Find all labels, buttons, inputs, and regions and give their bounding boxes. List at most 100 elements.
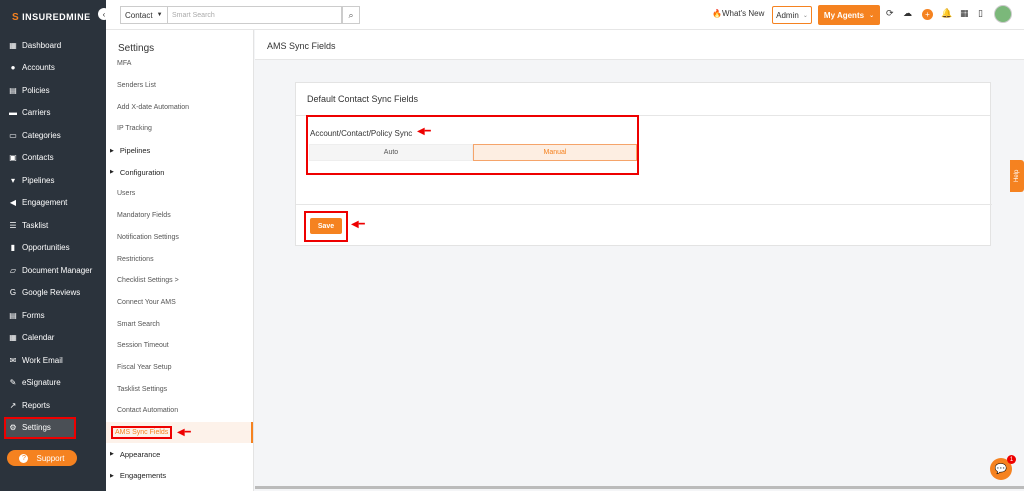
settings-item-appearance[interactable]: ▶ Appearance <box>106 443 253 465</box>
megaphone-icon: ◀ <box>9 198 17 208</box>
settings-list: MFA Senders List Add X-date Automation IP T… <box>106 53 253 487</box>
help-tab[interactable]: Help <box>1010 160 1024 192</box>
settings-item-connect-your-ams[interactable]: Connect Your AMS <box>106 292 253 314</box>
settings-item-fiscal-year-setup[interactable]: Fiscal Year Setup <box>106 357 253 379</box>
settings-item-label: Notification Settings <box>117 233 179 241</box>
nav-item-esignature[interactable]: ✎ eSignature <box>0 372 106 395</box>
nav-item-work-email[interactable]: ✉ Work Email <box>0 349 106 372</box>
avatar[interactable] <box>994 5 1012 23</box>
nav-item-policies[interactable]: ▤ Policies <box>0 79 106 102</box>
settings-item-label: Add X-date Automation <box>117 103 189 111</box>
user-icon: ● <box>10 63 16 73</box>
nav-item-categories[interactable]: ▭ Categories <box>0 124 106 147</box>
help-label: Help <box>1014 169 1020 183</box>
app-root: S INSUREDMINE ▦ Dashboard ● Accounts ▤ Polici… <box>0 0 1024 491</box>
nav-item-engagement[interactable]: ◀ Engagement <box>0 192 106 215</box>
settings-item-tasklist-settings[interactable]: Tasklist Settings <box>106 378 253 400</box>
nav-item-pipelines[interactable]: ▾ Pipelines <box>0 169 106 192</box>
fire-icon: 🔥 <box>712 9 722 18</box>
settings-item-pipelines[interactable]: ▶ Pipelines <box>106 140 253 162</box>
sync-option-auto[interactable]: Auto <box>309 144 473 161</box>
settings-item-add-x-date-automation[interactable]: Add X-date Automation <box>106 96 253 118</box>
form-icon: ▤ <box>9 310 17 320</box>
nav-item-accounts[interactable]: ● Accounts <box>0 57 106 80</box>
settings-item-restrictions[interactable]: Restrictions <box>106 248 253 270</box>
settings-item-label: Session Timeout <box>117 342 169 350</box>
chip-icon[interactable]: ▦ <box>960 8 969 19</box>
chat-button[interactable]: 💬 1 <box>990 455 1016 480</box>
add-icon[interactable]: + <box>922 9 933 20</box>
chevron-down-icon: ▼ <box>156 12 163 18</box>
whats-new-label: What's New <box>721 9 765 18</box>
nav-item-reports[interactable]: ↗ Reports <box>0 394 106 417</box>
settings-item-session-timeout[interactable]: Session Timeout <box>106 335 253 357</box>
settings-item-checklist-settings[interactable]: Checklist Settings > <box>106 270 253 292</box>
chevron-down-icon: ⌄ <box>802 12 808 19</box>
search-button[interactable]: ⌕ <box>342 6 360 24</box>
settings-item-mfa[interactable]: MFA <box>106 53 253 75</box>
nav-item-google-reviews[interactable]: G Google Reviews <box>0 282 106 305</box>
nav-item-tasklist[interactable]: ☰ Tasklist <box>0 214 106 237</box>
admin-dropdown[interactable]: Admin ⌄ <box>772 6 812 24</box>
nav-item-carriers[interactable]: ▬ Carriers <box>0 102 106 125</box>
chevron-down-icon: ⌄ <box>869 12 875 19</box>
search-scope-select[interactable]: Contact ▼ <box>120 6 168 24</box>
horizontal-scrollbar[interactable] <box>255 486 1024 489</box>
nav-item-label: Reports <box>22 400 51 410</box>
cloud-icon[interactable]: ☁ <box>903 8 912 19</box>
settings-item-configuration[interactable]: ▶ Configuration <box>106 161 253 183</box>
divider <box>296 204 992 205</box>
nav-item-contacts[interactable]: ▣ Contacts <box>0 147 106 170</box>
funnel-icon: ▾ <box>10 175 15 185</box>
settings-item-mandatory-fields[interactable]: Mandatory Fields <box>106 205 253 227</box>
whats-new-link[interactable]: 🔥What's New <box>712 9 764 18</box>
settings-item-smart-search[interactable]: Smart Search <box>106 313 253 335</box>
my-agents-label: My Agents <box>823 10 865 20</box>
nav-item-dashboard[interactable]: ▦ Dashboard <box>0 34 106 57</box>
settings-item-notification-settings[interactable]: Notification Settings <box>106 227 253 249</box>
dashboard-icon: ▦ <box>9 40 17 50</box>
question-icon: ? <box>19 453 29 463</box>
settings-item-label: Pipelines <box>119 146 151 156</box>
sync-option-manual[interactable]: Manual <box>473 144 637 161</box>
my-agents-button[interactable]: My Agents ⌄ <box>818 5 880 25</box>
arrow-icon: ◀━ <box>177 427 191 438</box>
nav-item-document-manager[interactable]: ▱ Document Manager <box>0 259 106 282</box>
arrow-icon: ◀━ <box>417 126 431 137</box>
logo-icon: S <box>12 11 20 23</box>
settings-item-engagements[interactable]: ▶ Engagements <box>106 465 253 487</box>
support-button[interactable]: ? Support <box>7 450 77 466</box>
caret-right-icon: ▶ <box>110 472 114 479</box>
settings-item-users[interactable]: Users <box>106 183 253 205</box>
nav-item-forms[interactable]: ▤ Forms <box>0 304 106 327</box>
refresh-icon[interactable]: ⟳ <box>886 8 894 19</box>
settings-item-label: Mandatory Fields <box>117 212 171 220</box>
settings-item-label: Tasklist Settings <box>117 385 168 393</box>
settings-item-ip-tracking[interactable]: IP Tracking <box>106 118 253 140</box>
settings-item-contact-automation[interactable]: Contact Automation <box>106 400 253 422</box>
gear-icon: ⚙ <box>9 423 17 433</box>
settings-item-senders-list[interactable]: Senders List <box>106 75 253 97</box>
smart-search-input[interactable]: Smart Search <box>168 6 342 24</box>
nav-item-calendar[interactable]: ▦ Calendar <box>0 327 106 350</box>
settings-item-label: Configuration <box>119 167 165 177</box>
device-icon[interactable]: ▯ <box>978 8 983 19</box>
policy-icon: ▤ <box>9 85 17 95</box>
nav-item-label: Google Reviews <box>22 288 81 298</box>
nav-item-label: eSignature <box>22 378 61 388</box>
sync-fields-card: Default Contact Sync Fields Account/Cont… <box>295 82 992 246</box>
nav-item-opportunities[interactable]: ▮ Opportunities <box>0 237 106 260</box>
nav-item-label: Document Manager <box>22 265 93 275</box>
bell-icon[interactable]: 🔔 <box>941 8 952 19</box>
bar-chart-icon: ▮ <box>10 243 16 253</box>
search-icon: ⌕ <box>348 9 354 20</box>
chart-line-icon: ↗ <box>9 400 17 410</box>
caret-right-icon: ▶ <box>110 169 114 176</box>
nav-item-settings[interactable]: ⚙ Settings <box>4 416 76 439</box>
brand-logo[interactable]: S INSUREDMINE <box>0 0 106 34</box>
save-highlight-box: Save <box>304 211 348 242</box>
sync-label: Account/Contact/Policy Sync <box>310 129 413 138</box>
nav-item-label: Contacts <box>22 153 54 163</box>
collapse-sidebar-button[interactable]: ‹ <box>98 8 110 20</box>
save-button[interactable]: Save <box>310 218 342 234</box>
